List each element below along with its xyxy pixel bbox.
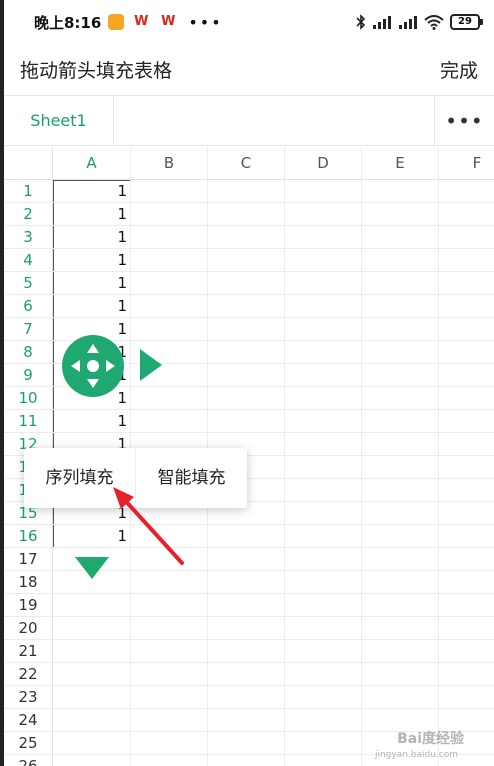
row-header-25[interactable]: 25 <box>4 732 53 755</box>
more-options-icon[interactable]: ••• <box>434 96 494 145</box>
row-header-17[interactable]: 17 <box>4 548 53 571</box>
row-gridline <box>53 594 494 617</box>
row-header-21[interactable]: 21 <box>4 640 53 663</box>
cell-a4[interactable]: 1 <box>54 249 130 272</box>
row-header-6[interactable]: 6 <box>4 295 53 318</box>
cell-a11[interactable]: 1 <box>54 410 130 433</box>
row-header-5[interactable]: 5 <box>4 272 53 295</box>
row-gridline <box>53 640 494 663</box>
row-header-16[interactable]: 16 <box>4 525 53 548</box>
device-frame-edge <box>0 0 4 766</box>
row-header-23[interactable]: 23 <box>4 686 53 709</box>
column-header-d[interactable]: D <box>285 147 362 180</box>
row-header-11[interactable]: 11 <box>4 410 53 433</box>
column-header-b[interactable]: B <box>131 147 208 180</box>
row-header-2[interactable]: 2 <box>4 203 53 226</box>
row-header-4[interactable]: 4 <box>4 249 53 272</box>
row-header-19[interactable]: 19 <box>4 594 53 617</box>
sheet-tab-bar: Sheet1 ••• <box>4 96 494 146</box>
more-notifications-icon: ••• <box>188 12 223 32</box>
cell-a16[interactable]: 1 <box>54 525 130 548</box>
status-bar: 晚上8:16 W W ••• 29 <box>4 0 494 44</box>
series-fill-button[interactable]: 序列填充 <box>24 448 135 508</box>
cell-a5[interactable]: 1 <box>54 272 130 295</box>
row-header-24[interactable]: 24 <box>4 709 53 732</box>
wifi-icon <box>424 14 444 30</box>
move-handle-icon[interactable] <box>62 335 124 397</box>
column-header-f[interactable]: F <box>439 147 494 180</box>
wps-app-icon-2: W <box>161 14 176 29</box>
status-time: 晚上8:16 <box>34 13 102 32</box>
row-header-18[interactable]: 18 <box>4 571 53 594</box>
row-gridline <box>53 686 494 709</box>
row-gridline <box>53 663 494 686</box>
watermark: Bai度经验 <box>397 731 464 747</box>
status-indicators: 29 <box>356 14 483 30</box>
fill-right-arrow-icon[interactable] <box>140 349 162 381</box>
row-header-10[interactable]: 10 <box>4 387 53 410</box>
signal-icon <box>373 16 391 29</box>
cell-a3[interactable]: 1 <box>54 226 130 249</box>
cell-a2[interactable]: 1 <box>54 203 130 226</box>
fill-down-arrow-icon[interactable] <box>75 557 109 579</box>
title-bar: 拖动箭头填充表格 完成 <box>4 44 494 96</box>
row-header-9[interactable]: 9 <box>4 364 53 387</box>
tab-sheet1[interactable]: Sheet1 <box>4 96 114 145</box>
row-header-8[interactable]: 8 <box>4 341 53 364</box>
battery-indicator: 29 <box>450 14 483 30</box>
column-header-c[interactable]: C <box>208 147 285 180</box>
fill-options-menu: 序列填充 智能填充 <box>24 448 247 508</box>
row-header-20[interactable]: 20 <box>4 617 53 640</box>
cell-a1[interactable]: 1 <box>54 180 130 203</box>
cell-a6[interactable]: 1 <box>54 295 130 318</box>
row-gridline <box>53 548 494 571</box>
smart-fill-button[interactable]: 智能填充 <box>136 448 247 508</box>
page-title: 拖动箭头填充表格 <box>20 60 173 82</box>
wps-app-icon: W <box>134 14 149 29</box>
row-header-26[interactable]: 26 <box>4 755 53 766</box>
row-gridline <box>53 571 494 594</box>
notification-app-icon <box>108 14 125 30</box>
column-header-e[interactable]: E <box>362 147 439 180</box>
row-gridline <box>53 617 494 640</box>
done-button[interactable]: 完成 <box>440 56 478 83</box>
move-arrows-icon <box>71 344 115 388</box>
row-header-7[interactable]: 7 <box>4 318 53 341</box>
grid-corner[interactable] <box>4 147 53 180</box>
signal-icon-2 <box>399 16 417 29</box>
row-header-3[interactable]: 3 <box>4 226 53 249</box>
bluetooth-icon <box>356 14 366 30</box>
column-header-a[interactable]: A <box>53 147 131 180</box>
watermark-url: jingyan.baidu.com <box>374 750 458 760</box>
row-header-1[interactable]: 1 <box>4 180 53 203</box>
row-header-22[interactable]: 22 <box>4 663 53 686</box>
